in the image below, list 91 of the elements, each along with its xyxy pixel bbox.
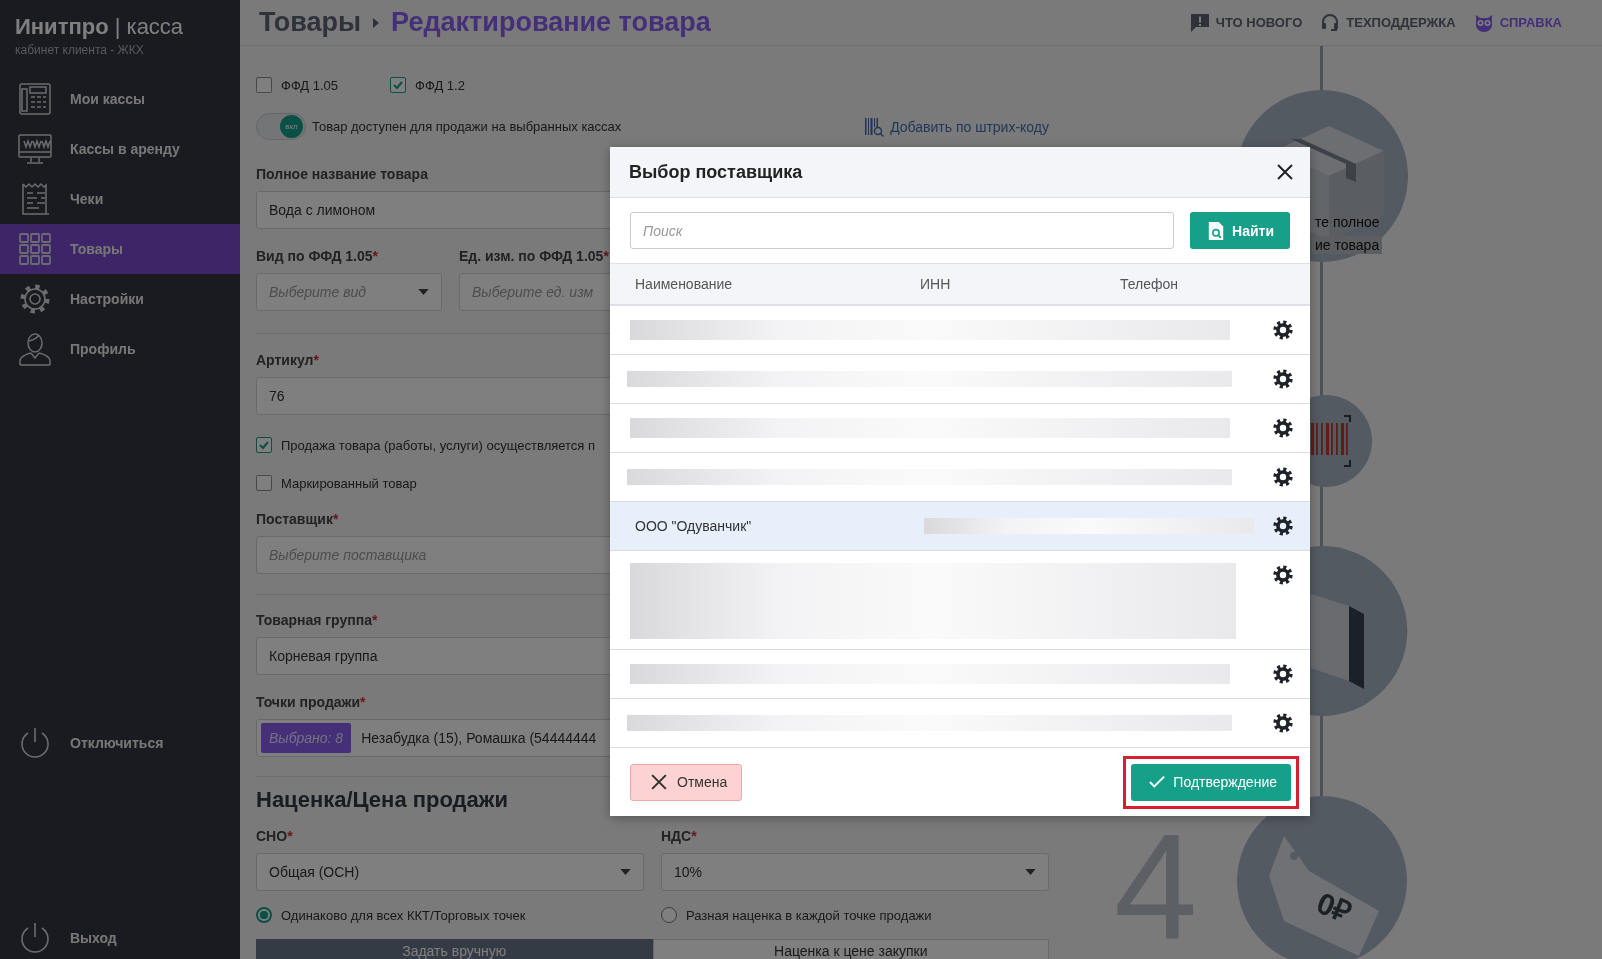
tax-system-select[interactable]: Общая (ОСН) [256,853,644,891]
column-header[interactable]: ИНН [920,276,1120,292]
radio-button[interactable] [661,907,677,923]
step-hint: ие товара [1312,236,1383,254]
required-mark: * [313,352,319,368]
dialog-title: Выбор поставщика [629,161,803,183]
radio-button[interactable] [256,907,272,923]
settings-icon[interactable] [1272,466,1294,488]
cancel-button[interactable]: Отмена [630,763,743,801]
settings-icon[interactable] [1272,368,1294,390]
field-label: Точки продажи* [256,693,366,711]
radio-label: Разная наценка в каждой точке продажи [686,907,932,923]
monitor-icon [17,131,53,167]
header-link[interactable]: ТЕХПОДДЕРЖКА [1320,12,1456,33]
logo: Инитпро | касса [15,14,185,40]
header-link[interactable]: СПРАВКА [1473,12,1562,33]
field-label: Полное название товара [256,165,428,183]
sidebar-item[interactable]: Отключиться [0,718,240,768]
sidebar-item[interactable]: Выход [0,913,240,959]
section-heading: Наценка/Цена продажи [256,787,508,813]
field-label: СНО* [256,827,294,845]
document-search-icon [1208,221,1225,240]
table-row[interactable]: ООО "Одуванчик" [610,502,1310,551]
tab[interactable]: Задать вручную [256,939,653,959]
checkbox[interactable] [256,77,272,93]
cash-register-icon [17,81,53,117]
toggle-label: Товар доступен для продажи на выбранных кассах [312,119,622,134]
checkbox[interactable] [256,475,272,491]
price-tag-step-icon: 0₽ [1237,796,1407,959]
person-icon [17,331,53,367]
find-button[interactable]: Найти [1190,212,1290,249]
field-value: Незабудка (15), Ромашка (54444444 [361,730,597,746]
step-hint: те полное [1314,213,1381,231]
field-label: Товарная группа* [256,611,378,629]
chevron-right-icon [373,17,380,28]
caret-icon [1025,869,1036,875]
selected-count-badge: Выбрано: 8 [261,723,352,753]
tab[interactable]: Наценка к цене закупки [652,939,1049,959]
checkmark-icon [1149,773,1166,791]
settings-icon[interactable] [1272,319,1294,341]
required-mark: * [360,694,366,710]
field-label: Артикул* [256,351,319,369]
checkbox[interactable] [256,437,272,453]
toggle-switch[interactable]: вкл [256,113,306,140]
field-label: НДС* [661,827,698,845]
message-icon [1189,12,1210,33]
close-icon[interactable] [1277,164,1293,180]
settings-icon[interactable] [1272,515,1294,537]
logo-subtitle: кабинет клиента - ЖКХ [15,43,145,57]
settings-icon[interactable] [1272,417,1294,439]
settings-icon[interactable] [1272,663,1294,685]
required-mark: * [603,248,609,264]
close-icon [651,773,667,791]
sidebar-item[interactable]: Товары [0,224,240,274]
caret-icon [418,289,429,295]
table-cell-text: ООО "Одуванчик" [635,518,753,534]
settings-icon[interactable] [1272,712,1294,734]
sidebar-item[interactable]: Профиль [0,324,240,374]
caret-icon [620,869,631,875]
sidebar-item[interactable]: Мои кассы [0,74,240,124]
required-mark: * [372,248,378,264]
headset-icon [1320,12,1341,33]
folder-step-icon [1310,546,1408,716]
required-mark: * [691,828,697,844]
checkbox-label: Продажа товара (работы, услуги) осуществляется п [281,437,596,453]
field-label: Вид по ФФД 1.05* [256,247,379,265]
vat-select[interactable]: 10% [661,853,1049,891]
checkbox-label: ФФД 1.2 [415,77,465,93]
settings-icon[interactable] [1272,564,1294,586]
page-title: Редактирование товара [391,7,711,38]
checkbox[interactable] [390,77,407,93]
header-link[interactable]: ЧТО НОВОГО [1189,12,1303,33]
breadcrumb-link[interactable]: Товары [259,7,362,38]
barcode-search-icon [864,116,885,137]
required-mark: * [332,511,339,527]
sidebar-item[interactable]: Настройки [0,274,240,324]
sidebar-item[interactable]: Кассы в аренду [0,124,240,174]
checkbox-label: ФФД 1.05 [281,77,339,93]
owl-icon [1473,12,1494,33]
required-mark: * [287,828,293,844]
search-field[interactable]: Поиск [630,212,1175,249]
confirm-button[interactable]: Подтверждение [1131,763,1291,801]
radio-label: Одинаково для всех ККТ/Торговых точек [281,907,526,923]
sidebar-item[interactable]: Чеки [0,174,240,224]
column-header[interactable]: Телефон [1120,276,1179,292]
field-label: Ед. изм. по ФФД 1.05* [459,247,609,265]
grid-icon [17,231,53,267]
required-mark: * [371,612,378,628]
barcode-link[interactable]: Добавить по штрих-коду [864,116,1049,137]
field-label: Поставщик* [256,510,339,528]
checkbox-label: Маркированный товар [281,475,417,491]
